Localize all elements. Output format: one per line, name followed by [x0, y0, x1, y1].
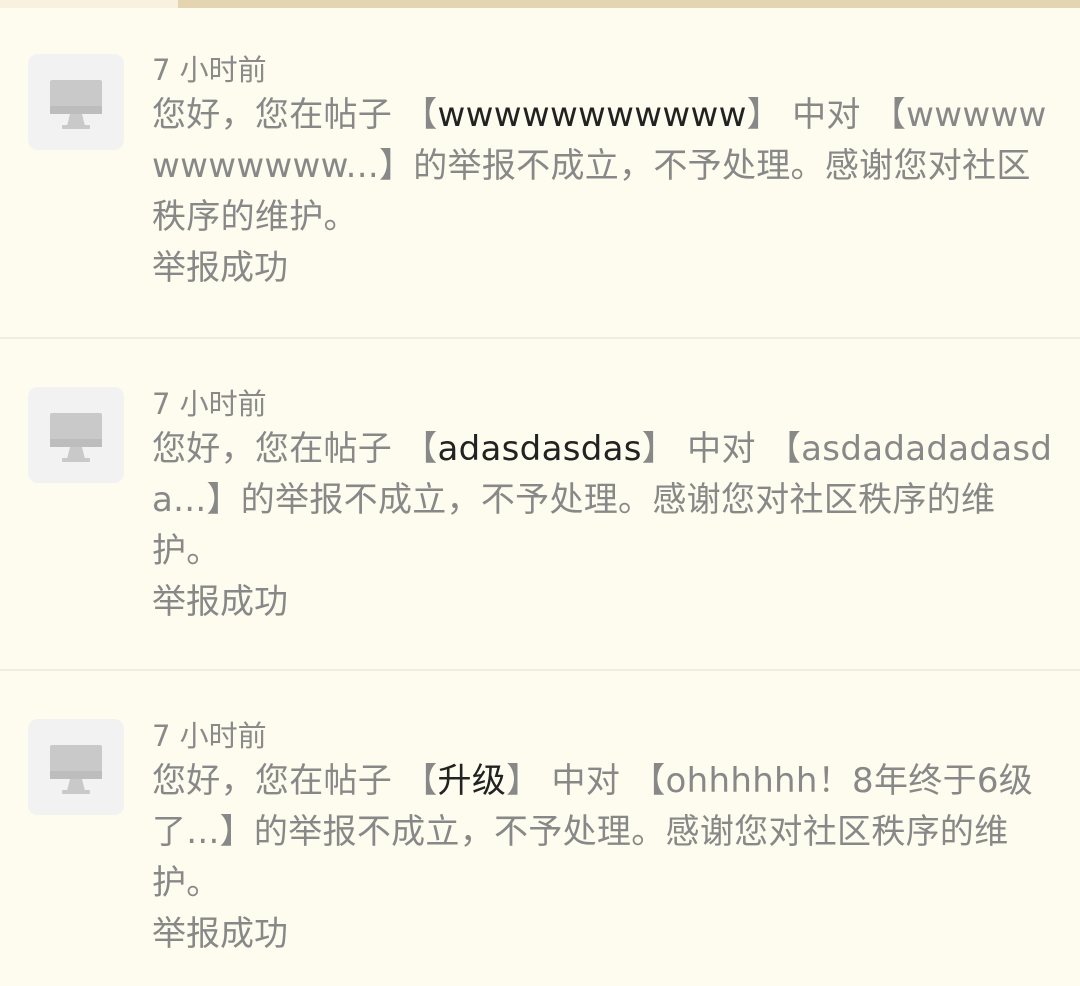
avatar[interactable]: [28, 719, 124, 815]
notification-message: 您好，您在帖子 【wwwwwwwwwww】 中对 【wwwwwwwwwwww..…: [152, 90, 1057, 243]
monitor-icon: [50, 80, 102, 129]
notification-message: 您好，您在帖子 【adasdasdas】 中对 【asdadadadasda..…: [152, 424, 1057, 577]
notification-content: 7 小时前 您好，您在帖子 【adasdasdas】 中对 【asdadadad…: [152, 384, 1057, 628]
monitor-icon: [50, 413, 102, 462]
notification-content: 7 小时前 您好，您在帖子 【wwwwwwwwwww】 中对 【wwwwwwww…: [152, 50, 1057, 294]
notification-message: 您好，您在帖子 【升级】 中对 【ohhhhhh！8年终于6级了...】的举报不…: [152, 756, 1057, 909]
message-text: 您好，您在帖子 【: [152, 429, 438, 469]
message-text: 您好，您在帖子 【: [152, 95, 438, 135]
notification-status: 举报成功: [152, 914, 288, 954]
message-text: 您好，您在帖子 【: [152, 761, 438, 801]
avatar[interactable]: [28, 387, 124, 483]
notification-list: 7 小时前 您好，您在帖子 【wwwwwwwwwww】 中对 【wwwwwwww…: [0, 8, 1080, 986]
notification-time: 7 小时前: [152, 387, 267, 421]
avatar[interactable]: [28, 54, 124, 150]
notification-time: 7 小时前: [152, 719, 267, 753]
notification-status: 举报成功: [152, 582, 288, 622]
notification-time: 7 小时前: [152, 53, 267, 87]
notification-item[interactable]: 7 小时前 您好，您在帖子 【升级】 中对 【ohhhhhh！8年终于6级了..…: [0, 671, 1080, 986]
top-progress-bar: [0, 0, 1080, 8]
post-title-link[interactable]: 升级: [438, 761, 507, 801]
notification-content: 7 小时前 您好，您在帖子 【升级】 中对 【ohhhhhh！8年终于6级了..…: [152, 716, 1057, 960]
post-title-link[interactable]: wwwwwwwwwww: [438, 95, 747, 135]
post-title-link[interactable]: adasdasdas: [438, 429, 642, 469]
top-progress-fill: [0, 0, 179, 8]
notification-item[interactable]: 7 小时前 您好，您在帖子 【adasdasdas】 中对 【asdadadad…: [0, 339, 1080, 671]
notification-item[interactable]: 7 小时前 您好，您在帖子 【wwwwwwwwwww】 中对 【wwwwwwww…: [0, 8, 1080, 339]
notification-status: 举报成功: [152, 248, 288, 288]
monitor-icon: [50, 745, 102, 794]
